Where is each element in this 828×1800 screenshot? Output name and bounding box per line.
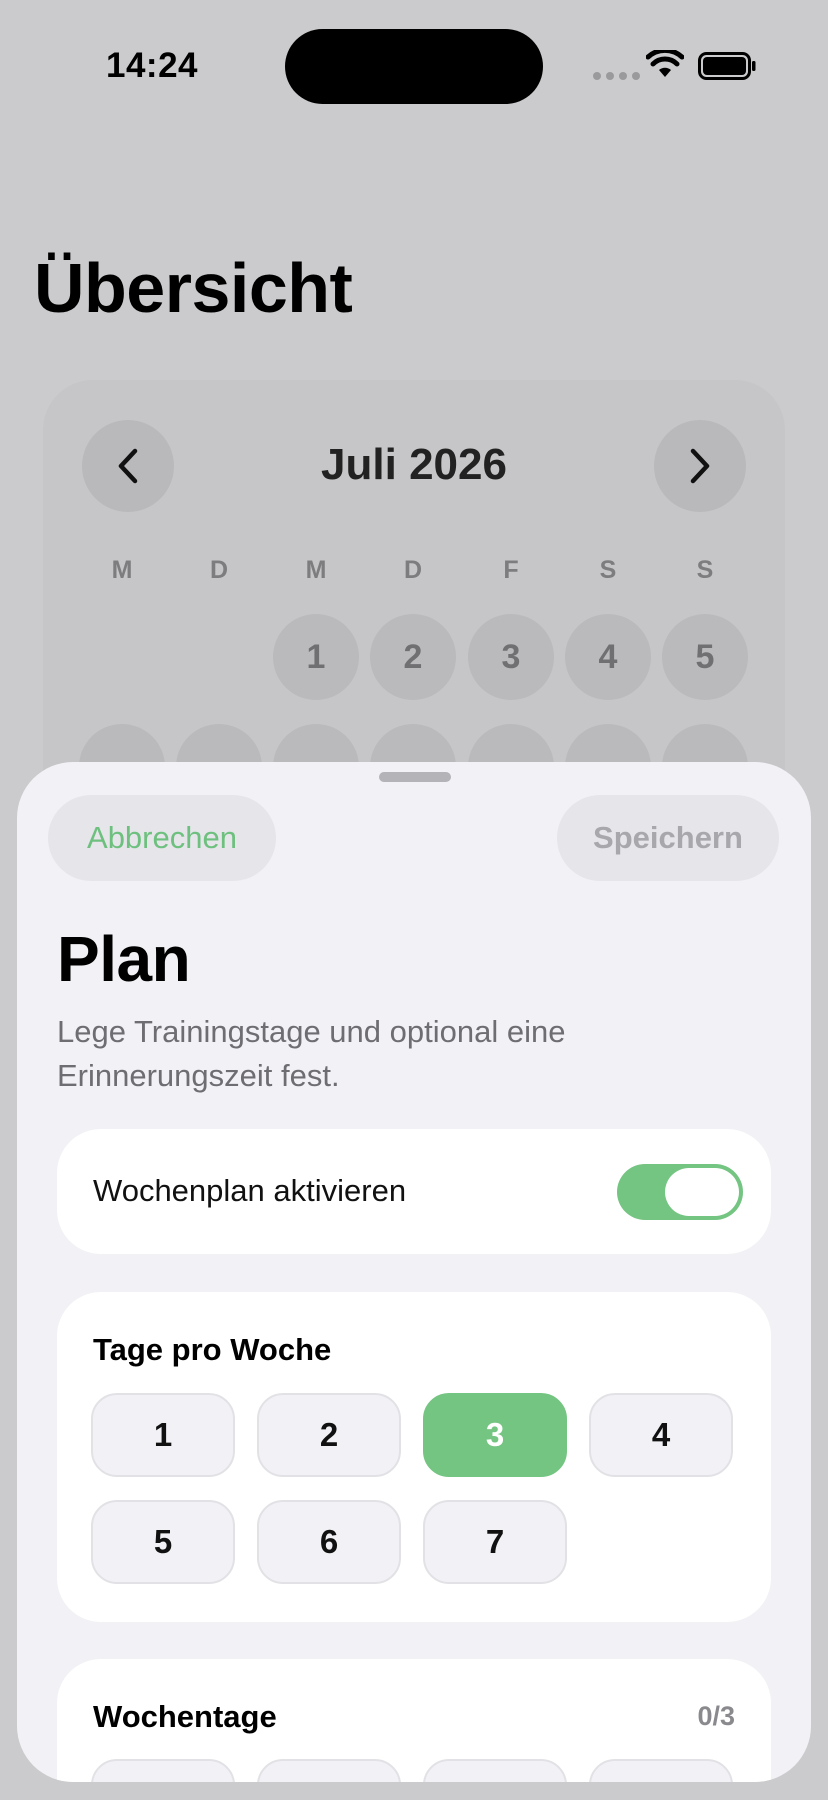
weekday-label: D: [403, 556, 423, 584]
wifi-icon: [646, 50, 684, 77]
days-option-6[interactable]: 6: [257, 1500, 401, 1584]
sheet-title: Plan: [57, 923, 191, 995]
save-button[interactable]: Speichern: [557, 795, 779, 881]
days-option-5[interactable]: 5: [91, 1500, 235, 1584]
battery-icon: [698, 52, 756, 80]
calendar-day[interactable]: 4: [565, 614, 651, 700]
weekday-label: D: [209, 556, 229, 584]
weekdays-card: Wochentage 0/3: [57, 1659, 771, 1782]
days-option-2[interactable]: 2: [257, 1393, 401, 1477]
calendar-day[interactable]: 3: [468, 614, 554, 700]
days-per-week-title: Tage pro Woche: [93, 1332, 332, 1367]
cellular-signal-icon: [593, 72, 640, 80]
weekday-label: F: [503, 556, 519, 584]
weekday-label: M: [111, 556, 133, 584]
plan-sheet: Abbrechen Speichern Plan Lege Trainingst…: [17, 762, 811, 1782]
days-per-week-card: Tage pro Woche 1 2 3 4 5 6 7: [57, 1292, 771, 1622]
calendar-day[interactable]: 1: [273, 614, 359, 700]
weekday-option[interactable]: [589, 1759, 733, 1782]
days-option-7[interactable]: 7: [423, 1500, 567, 1584]
weekday-option[interactable]: [423, 1759, 567, 1782]
cancel-button[interactable]: Abbrechen: [48, 795, 276, 881]
weekday-label: S: [696, 556, 714, 584]
month-label: Juli 2026: [321, 440, 507, 489]
chevron-right-icon: [690, 448, 710, 484]
weekly-plan-card: Wochenplan aktivieren: [57, 1129, 771, 1254]
sheet-subtitle: Lege Trainingstage und optional eine Eri…: [57, 1014, 566, 1093]
dynamic-island: [285, 29, 543, 104]
weekly-plan-label: Wochenplan aktivieren: [93, 1173, 407, 1208]
calendar-day[interactable]: 2: [370, 614, 456, 700]
next-month-button[interactable]: [654, 420, 746, 512]
weekday-label: M: [305, 556, 327, 584]
weekly-plan-toggle[interactable]: [617, 1164, 743, 1220]
weekday-option[interactable]: [257, 1759, 401, 1782]
sheet-grabber[interactable]: [379, 772, 451, 782]
weekdays-title: Wochentage: [93, 1699, 277, 1734]
weekday-label: S: [599, 556, 617, 584]
status-time: 14:24: [106, 46, 199, 85]
calendar-day[interactable]: 5: [662, 614, 748, 700]
weekdays-count: 0/3: [697, 1701, 735, 1731]
chevron-left-icon: [118, 448, 138, 484]
toggle-knob: [665, 1168, 739, 1216]
page-title: Übersicht: [34, 249, 353, 327]
previous-month-button[interactable]: [82, 420, 174, 512]
weekday-option[interactable]: [91, 1759, 235, 1782]
days-option-3[interactable]: 3: [423, 1393, 567, 1477]
days-option-4[interactable]: 4: [589, 1393, 733, 1477]
days-option-1[interactable]: 1: [91, 1393, 235, 1477]
